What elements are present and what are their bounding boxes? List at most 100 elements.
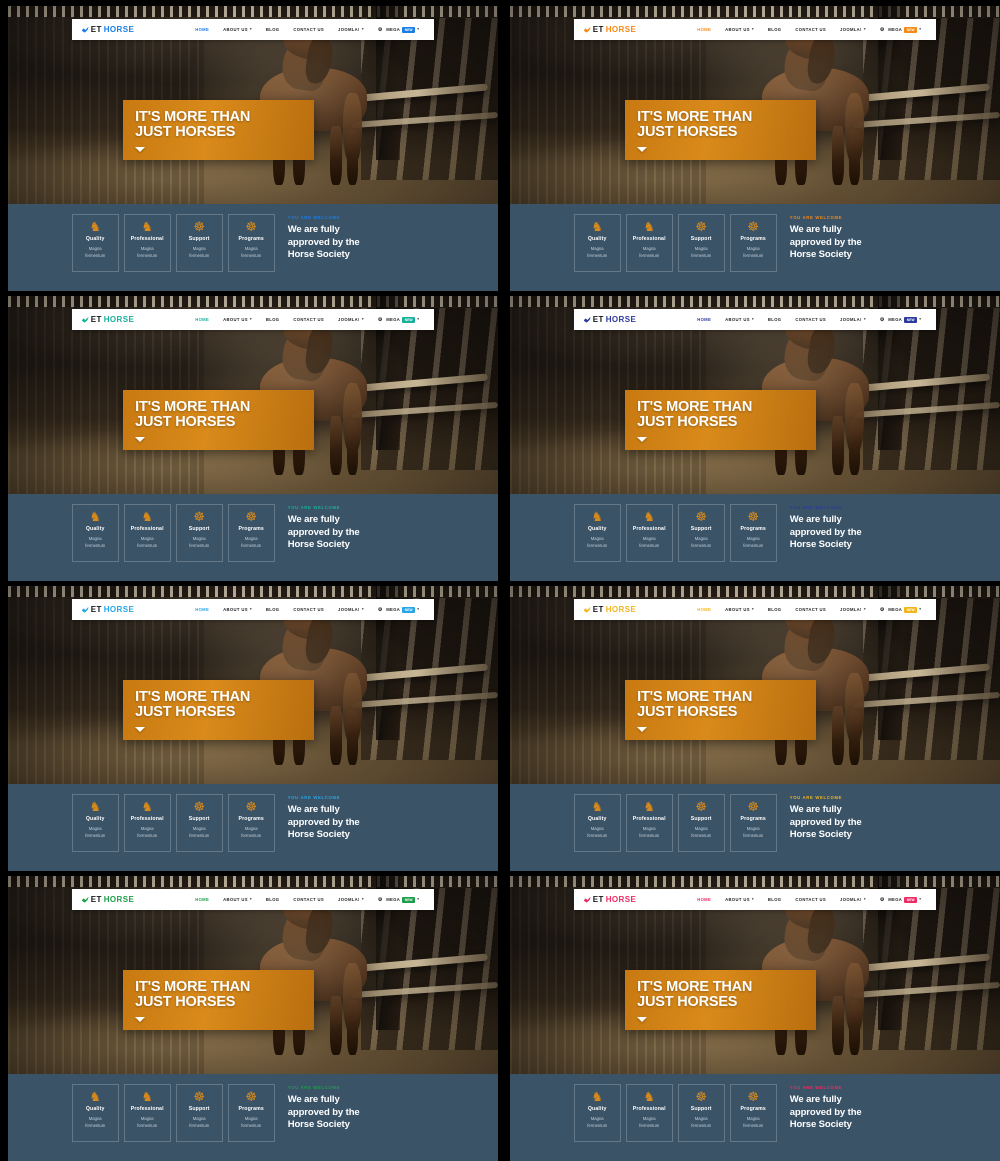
menu-item-about-us[interactable]: ABOUT US ▾ — [718, 27, 761, 32]
feature-box[interactable]: ☸ Support Magna fermentum — [677, 794, 725, 853]
feature-box[interactable]: ♞ Professional Magna fermentum — [123, 504, 171, 563]
feature-box[interactable]: ☸ Support Magna fermentum — [175, 1084, 223, 1143]
menu-item-blog[interactable]: BLOG — [761, 607, 789, 612]
menu-item-home[interactable]: HOME — [188, 607, 216, 612]
menu-item-about-us[interactable]: ABOUT US ▾ — [216, 607, 259, 612]
feature-box[interactable]: ☸ Programs Magna fermentum — [227, 1084, 275, 1143]
menu-item-home[interactable]: HOME — [188, 897, 216, 902]
arrow-down-icon[interactable] — [135, 146, 146, 152]
menu-item-mega[interactable]: ⚙ MEGA NEW ▾ — [371, 316, 426, 323]
menu-item-contact-us[interactable]: CONTACT US — [788, 607, 833, 612]
menu-item-contact-us[interactable]: CONTACT US — [286, 607, 331, 612]
menu-item-mega[interactable]: ⚙ MEGA NEW ▾ — [873, 896, 928, 903]
hero-headline-text: IT'S MORE THAN JUST HORSES — [135, 399, 302, 431]
feature-box[interactable]: ♞ Professional Magna fermentum — [625, 794, 673, 853]
feature-box[interactable]: ♞ Professional Magna fermentum — [625, 1084, 673, 1143]
menu-item-blog[interactable]: BLOG — [761, 27, 789, 32]
arrow-down-icon[interactable] — [135, 726, 146, 732]
feature-box[interactable]: ♞ Quality Magna fermentum — [573, 794, 621, 853]
menu-item-about-us[interactable]: ABOUT US ▾ — [718, 607, 761, 612]
menu-item-blog[interactable]: BLOG — [259, 27, 287, 32]
menu-item-mega[interactable]: ⚙ MEGA NEW ▾ — [873, 316, 928, 323]
feature-box[interactable]: ♞ Quality Magna fermentum — [573, 1084, 621, 1143]
feature-box[interactable]: ♞ Quality Magna fermentum — [573, 504, 621, 563]
feature-box[interactable]: ♞ Professional Magna fermentum — [625, 214, 673, 273]
menu-item-joomla[interactable]: JOOMLA! ▾ — [833, 607, 873, 612]
menu-item-mega[interactable]: ⚙ MEGA NEW ▾ — [873, 26, 928, 33]
feature-box[interactable]: ☸ Programs Magna fermentum — [729, 504, 777, 563]
menu-item-blog[interactable]: BLOG — [259, 897, 287, 902]
menu-item-joomla[interactable]: JOOMLA! ▾ — [331, 607, 371, 612]
feature-box[interactable]: ♞ Quality Magna fermentum — [71, 1084, 119, 1143]
menu-item-label: MEGA — [888, 317, 903, 323]
feature-box[interactable]: ♞ Quality Magna fermentum — [573, 214, 621, 273]
menu-item-blog[interactable]: BLOG — [761, 317, 789, 322]
feature-box[interactable]: ♞ Professional Magna fermentum — [123, 214, 171, 273]
menu-item-home[interactable]: HOME — [690, 607, 718, 612]
feature-box[interactable]: ☸ Programs Magna fermentum — [729, 214, 777, 273]
site-logo[interactable]: ET HORSE — [583, 605, 636, 614]
feature-box[interactable]: ☸ Programs Magna fermentum — [227, 504, 275, 563]
arrow-down-icon[interactable] — [135, 1016, 146, 1022]
menu-item-blog[interactable]: BLOG — [259, 607, 287, 612]
arrow-down-icon[interactable] — [135, 436, 146, 442]
site-logo[interactable]: ET HORSE — [81, 25, 134, 34]
feature-box[interactable]: ☸ Support Magna fermentum — [677, 214, 725, 273]
menu-item-mega[interactable]: ⚙ MEGA NEW ▾ — [371, 606, 426, 613]
menu-item-joomla[interactable]: JOOMLA! ▾ — [331, 897, 371, 902]
arrow-down-icon[interactable] — [637, 146, 648, 152]
menu-item-contact-us[interactable]: CONTACT US — [788, 317, 833, 322]
feature-box[interactable]: ♞ Professional Magna fermentum — [123, 794, 171, 853]
menu-item-joomla[interactable]: JOOMLA! ▾ — [833, 897, 873, 902]
feature-box[interactable]: ☸ Programs Magna fermentum — [227, 794, 275, 853]
feature-box[interactable]: ♞ Quality Magna fermentum — [71, 504, 119, 563]
menu-item-contact-us[interactable]: CONTACT US — [286, 317, 331, 322]
menu-item-mega[interactable]: ⚙ MEGA NEW ▾ — [873, 606, 928, 613]
menu-item-about-us[interactable]: ABOUT US ▾ — [216, 317, 259, 322]
feature-box[interactable]: ♞ Professional Magna fermentum — [123, 1084, 171, 1143]
menu-item-blog[interactable]: BLOG — [259, 317, 287, 322]
site-logo[interactable]: ET HORSE — [583, 315, 636, 324]
menu-item-about-us[interactable]: ABOUT US ▾ — [216, 897, 259, 902]
feature-box[interactable]: ♞ Professional Magna fermentum — [625, 504, 673, 563]
feature-box[interactable]: ☸ Programs Magna fermentum — [729, 794, 777, 853]
menu-item-about-us[interactable]: ABOUT US ▾ — [216, 27, 259, 32]
menu-item-mega[interactable]: ⚙ MEGA NEW ▾ — [371, 26, 426, 33]
menu-item-about-us[interactable]: ABOUT US ▾ — [718, 897, 761, 902]
menu-item-contact-us[interactable]: CONTACT US — [788, 897, 833, 902]
site-logo[interactable]: ET HORSE — [81, 895, 134, 904]
menu-item-contact-us[interactable]: CONTACT US — [788, 27, 833, 32]
site-logo[interactable]: ET HORSE — [81, 315, 134, 324]
menu-item-joomla[interactable]: JOOMLA! ▾ — [331, 27, 371, 32]
menu-item-home[interactable]: HOME — [188, 27, 216, 32]
feature-box[interactable]: ☸ Support Magna fermentum — [175, 794, 223, 853]
menu-item-joomla[interactable]: JOOMLA! ▾ — [331, 317, 371, 322]
arrow-down-icon[interactable] — [637, 726, 648, 732]
menu-item-mega[interactable]: ⚙ MEGA NEW ▾ — [371, 896, 426, 903]
site-logo[interactable]: ET HORSE — [583, 25, 636, 34]
site-logo[interactable]: ET HORSE — [81, 605, 134, 614]
feature-box[interactable]: ☸ Support Magna fermentum — [677, 1084, 725, 1143]
feature-box[interactable]: ☸ Support Magna fermentum — [175, 504, 223, 563]
arrow-down-icon[interactable] — [637, 1016, 648, 1022]
menu-item-contact-us[interactable]: CONTACT US — [286, 27, 331, 32]
feature-box[interactable]: ☸ Support Magna fermentum — [677, 504, 725, 563]
feature-box[interactable]: ☸ Support Magna fermentum — [175, 214, 223, 273]
menu-item-joomla[interactable]: JOOMLA! ▾ — [833, 317, 873, 322]
menu-item-blog[interactable]: BLOG — [761, 897, 789, 902]
menu-item-home[interactable]: HOME — [690, 27, 718, 32]
menu-item-home[interactable]: HOME — [690, 897, 718, 902]
menu-item-joomla[interactable]: JOOMLA! ▾ — [833, 27, 873, 32]
feature-box[interactable]: ☸ Programs Magna fermentum — [227, 214, 275, 273]
menu-item-home[interactable]: HOME — [188, 317, 216, 322]
feature-box[interactable]: ♞ Quality Magna fermentum — [71, 794, 119, 853]
feature-box-desc: fermentum — [85, 1122, 106, 1128]
site-logo[interactable]: ET HORSE — [583, 895, 636, 904]
menu-item-contact-us[interactable]: CONTACT US — [286, 897, 331, 902]
feature-box-title: Quality — [587, 526, 607, 533]
feature-box[interactable]: ♞ Quality Magna fermentum — [71, 214, 119, 273]
menu-item-about-us[interactable]: ABOUT US ▾ — [718, 317, 761, 322]
feature-box[interactable]: ☸ Programs Magna fermentum — [729, 1084, 777, 1143]
arrow-down-icon[interactable] — [637, 436, 648, 442]
menu-item-home[interactable]: HOME — [690, 317, 718, 322]
